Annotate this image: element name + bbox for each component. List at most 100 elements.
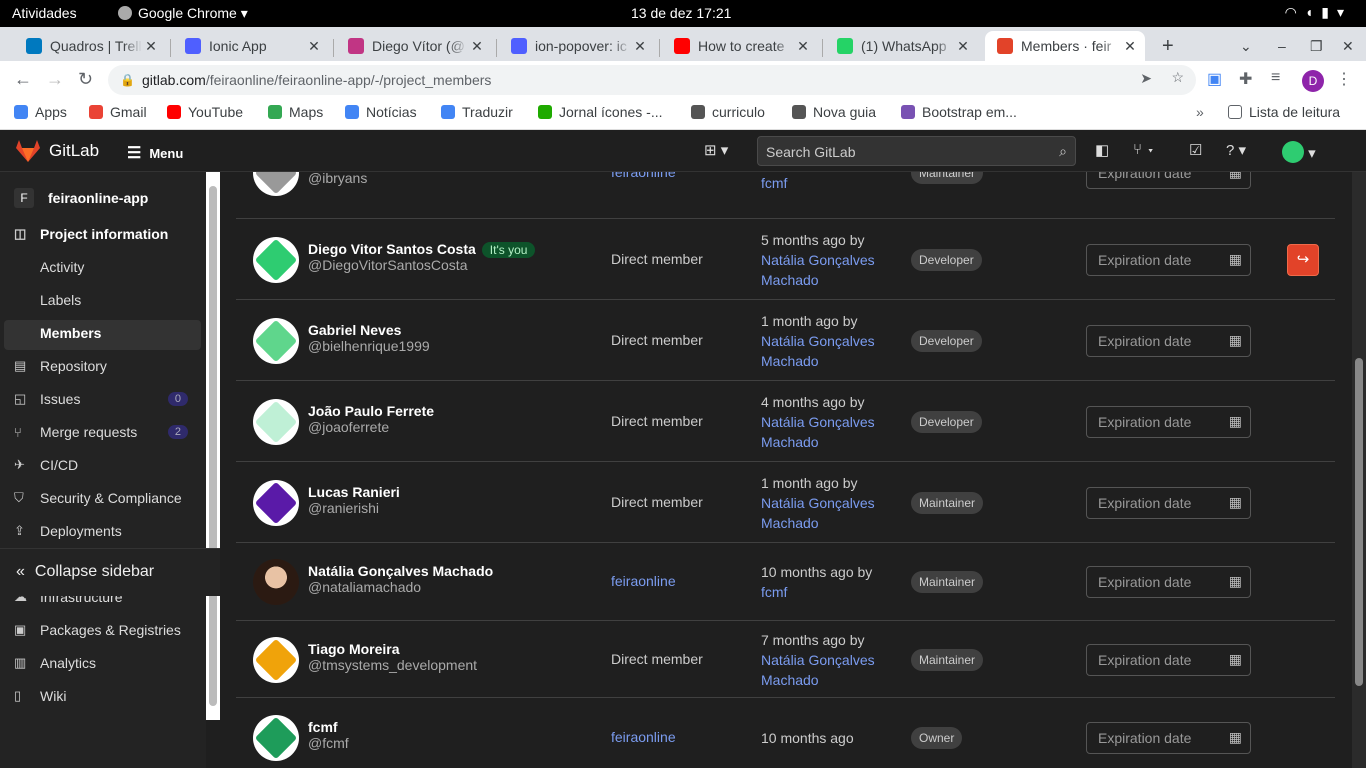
bookmark-6[interactable]: Traduzir	[441, 104, 513, 120]
member-name[interactable]: Gabriel Neves	[308, 322, 401, 338]
maximize-icon[interactable]: ❐	[1298, 31, 1323, 61]
sidebar-item-analytics[interactable]: ▥ Analytics	[14, 655, 200, 671]
close-icon[interactable]: ✕	[142, 38, 160, 55]
expiration-date-input[interactable]: Expiration date ▦	[1086, 243, 1251, 276]
close-icon[interactable]: ✕	[794, 38, 812, 55]
sidebar-item-repository[interactable]: ▤ Repository	[14, 358, 200, 374]
bookmark-4[interactable]: Maps	[268, 104, 323, 120]
expiration-date-input[interactable]: Expiration date ▦	[1086, 643, 1251, 676]
translate-icon[interactable]: ▣	[1207, 69, 1222, 89]
search-input[interactable]: Search GitLab ⌕	[757, 136, 1076, 166]
bookmark-10[interactable]: Bootstrap em...	[901, 104, 1017, 120]
expiration-date-input[interactable]: Expiration date ▦	[1086, 324, 1251, 357]
tab-6[interactable]: (1) WhatsApp ✕	[825, 31, 978, 61]
leave-project-button[interactable]: ↪	[1287, 243, 1319, 276]
sidebar-item-members[interactable]: Members	[40, 325, 226, 341]
granted-by-link[interactable]: Natália Gonçalves Machado	[761, 650, 891, 690]
bookmark-2[interactable]: Gmail	[89, 104, 147, 120]
new-tab-icon[interactable]: +	[1150, 31, 1174, 61]
close-icon[interactable]: ✕	[468, 38, 486, 55]
tab-list-icon[interactable]: ⌄	[1228, 31, 1252, 61]
expiration-date-input[interactable]: Expiration date ▦	[1086, 722, 1251, 754]
merge-requests-nav-icon[interactable]: ⑂ ▾	[1133, 141, 1155, 158]
gitlab-logo[interactable]: GitLab	[15, 139, 99, 163]
tab-3[interactable]: Diego Vítor (@ ✕	[336, 31, 492, 61]
page-scroll-thumb[interactable]	[1355, 358, 1363, 686]
forward-icon[interactable]: →	[46, 69, 64, 90]
star-icon[interactable]: ☆	[1171, 69, 1184, 86]
granted-by-link[interactable]: Natália Gonçalves Machado	[761, 412, 891, 452]
profile-avatar[interactable]: D	[1302, 70, 1324, 92]
address-bar[interactable]: 🔒 gitlab.com/feiraonline/feiraonline-app…	[108, 65, 1196, 95]
member-name[interactable]: João Paulo Ferrete	[308, 403, 434, 419]
member-name[interactable]: Tiago Moreira	[308, 641, 400, 657]
granted-by-link[interactable]: Natália Gonçalves Machado	[761, 250, 891, 290]
more-bookmarks-icon[interactable]: »	[1196, 104, 1204, 120]
project-link[interactable]: Ffeiraonline-app	[14, 188, 148, 208]
tab-1[interactable]: Quadros | Trello ✕	[14, 31, 166, 61]
reading-list[interactable]: Lista de leitura	[1228, 104, 1340, 120]
sidebar-item-issues[interactable]: ◱ Issues 0	[14, 391, 200, 407]
collapse-sidebar-button[interactable]: « Collapse sidebar	[16, 563, 154, 581]
sidebar-item-wiki[interactable]: ▯ Wiki	[14, 688, 200, 704]
user-menu[interactable]: ▾	[1282, 141, 1316, 163]
sidebar-item-ci-cd[interactable]: ✈ CI/CD	[14, 457, 200, 473]
member-name[interactable]: Diego Vitor Santos Costa It's you	[308, 241, 536, 258]
close-icon[interactable]: ✕	[954, 38, 972, 55]
bookmark-7[interactable]: Jornal ícones -...	[538, 104, 663, 120]
granted-by-link[interactable]: fcmf	[761, 173, 891, 193]
clock[interactable]: 13 de dez 17:21	[631, 5, 731, 21]
sidebar-item-activity[interactable]: Activity	[40, 259, 226, 275]
help-icon[interactable]: ? ▾	[1226, 141, 1246, 159]
media-icon[interactable]: ≡	[1271, 69, 1280, 87]
bookmark-1[interactable]: Apps	[14, 104, 67, 120]
bookmark-9[interactable]: Nova guia	[792, 104, 876, 120]
member-avatar[interactable]	[253, 636, 299, 683]
reload-icon[interactable]: ↻	[78, 69, 93, 90]
extensions-icon[interactable]: ✚	[1239, 69, 1252, 89]
activities-button[interactable]: Atividades	[12, 5, 77, 21]
member-source[interactable]: feiraonline	[611, 573, 676, 589]
member-name[interactable]: Natália Gonçalves Machado	[308, 563, 493, 579]
new-dropdown-icon[interactable]: ⊞ ▾	[704, 141, 728, 159]
close-icon[interactable]: ✕	[1121, 38, 1139, 55]
page-scrollbar[interactable]	[1352, 172, 1366, 768]
close-icon[interactable]: ✕	[631, 38, 649, 55]
expiration-date-input[interactable]: Expiration date ▦	[1086, 566, 1251, 598]
sidebar-item-security-compliance[interactable]: ⛉ Security & Compliance	[14, 490, 200, 506]
bookmark-8[interactable]: curriculo	[691, 104, 765, 120]
expiration-date-input[interactable]: Expiration date ▦	[1086, 405, 1251, 438]
close-icon[interactable]: ✕	[305, 38, 323, 55]
sidebar-item-deployments[interactable]: ⇪ Deployments	[14, 523, 200, 539]
tab-5[interactable]: How to create ✕	[662, 31, 818, 61]
member-avatar[interactable]	[253, 559, 299, 605]
member-avatar[interactable]	[253, 715, 299, 761]
expiration-date-input[interactable]: Expiration date ▦	[1086, 486, 1251, 519]
member-avatar[interactable]	[253, 172, 299, 196]
window-close-icon[interactable]: ✕	[1330, 31, 1354, 61]
bookmark-5[interactable]: Notícias	[345, 104, 417, 120]
sidebar-scrollbar[interactable]	[206, 172, 220, 720]
send-icon[interactable]: ➤	[1140, 70, 1152, 87]
bookmark-3[interactable]: YouTube	[167, 104, 243, 120]
member-avatar[interactable]	[253, 317, 299, 364]
app-menu[interactable]: Google Chrome ▾	[118, 5, 248, 22]
sidebar-item-project-information[interactable]: ◫ Project information	[14, 226, 200, 242]
minimize-icon[interactable]: –	[1266, 31, 1286, 61]
member-avatar[interactable]	[253, 479, 299, 526]
member-source[interactable]: feiraonline	[611, 729, 676, 745]
member-name[interactable]: fcmf	[308, 719, 338, 735]
tab-7[interactable]: Members · feir ✕	[985, 31, 1145, 61]
sidebar-item-packages-registries[interactable]: ▣ Packages & Registries	[14, 622, 200, 638]
kebab-icon[interactable]: ⋮	[1336, 69, 1352, 89]
tab-2[interactable]: Ionic App ✕	[173, 31, 329, 61]
granted-by-link[interactable]: fcmf	[761, 582, 891, 602]
member-avatar[interactable]	[253, 236, 299, 283]
member-avatar[interactable]	[253, 398, 299, 445]
back-icon[interactable]: ←	[14, 69, 32, 90]
member-source[interactable]: feiraonline	[611, 172, 676, 180]
issues-nav-icon[interactable]: ◧	[1095, 141, 1109, 159]
system-tray[interactable]: ◠◖▮▾	[1285, 4, 1352, 21]
tab-4[interactable]: ion-popover: ic ✕	[499, 31, 655, 61]
expiration-date-input[interactable]: Expiration date ▦	[1086, 172, 1251, 189]
